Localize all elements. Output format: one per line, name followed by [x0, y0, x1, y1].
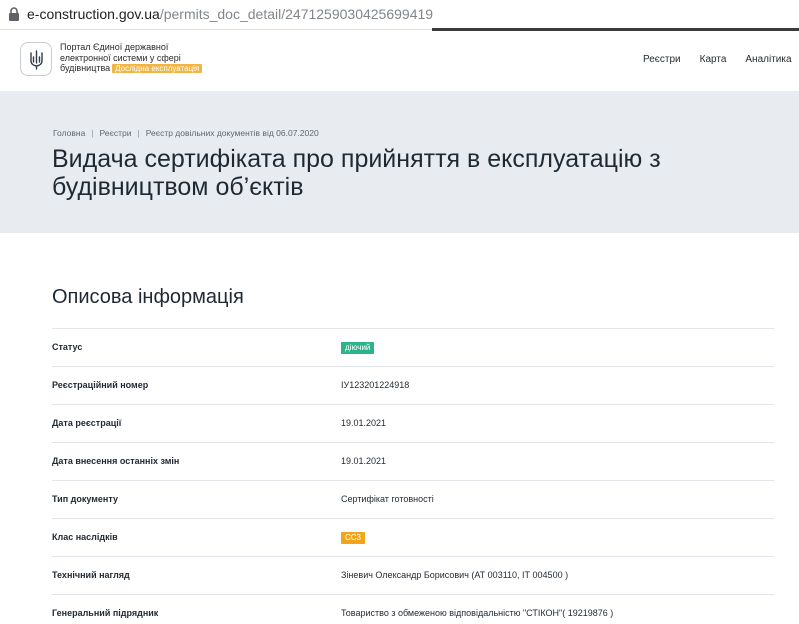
breadcrumb: Головна | Реєстри | Реєстр довільних докумен…	[53, 128, 319, 138]
info-table: Статус діючий Реєстраційний номер ІУ1232…	[52, 328, 774, 624]
info-row-reg-number: Реєстраційний номер ІУ123201224918	[52, 366, 774, 404]
trident-icon	[30, 50, 43, 70]
info-label: Клас наслідків	[52, 532, 118, 542]
page-title-line-2: будівництвом об’єктів	[52, 173, 304, 201]
info-row-doc-type: Тип документу Сертифікат готовності	[52, 480, 774, 518]
page-title-line-1: Видача сертифіката про прийняття в експл…	[52, 145, 661, 173]
info-value: Товариство з обмеженою відповідальністю …	[341, 608, 614, 618]
nav-map[interactable]: Карта	[700, 54, 727, 65]
portal-name[interactable]: Портал Єдиної державної електронної сист…	[60, 42, 220, 74]
breadcrumb-separator: |	[137, 128, 140, 138]
info-row-last-change: Дата внесення останніх змін 19.01.2021	[52, 442, 774, 480]
beta-badge: Дослідна експлуатація	[112, 64, 203, 73]
info-row-supervision: Технічний нагляд Зіневич Олександр Борис…	[52, 556, 774, 594]
info-value: ІУ123201224918	[341, 380, 410, 390]
info-row-status: Статус діючий	[52, 328, 774, 366]
status-badge: діючий	[341, 342, 375, 354]
lock-icon	[9, 7, 19, 21]
url-text[interactable]: e-construction.gov.ua/permits_doc_detail…	[27, 6, 433, 23]
info-label: Дата внесення останніх змін	[52, 456, 180, 466]
class-badge: СС3	[341, 532, 366, 544]
info-label: Статус	[52, 342, 83, 352]
logo[interactable]	[20, 42, 52, 76]
info-label: Дата реєстрації	[52, 418, 122, 428]
info-value: діючий	[341, 342, 375, 354]
info-label: Тип документу	[52, 494, 118, 504]
info-row-contractor: Генеральний підрядник Товариство з обмеж…	[52, 594, 774, 624]
nav-analytics[interactable]: Аналітика	[745, 54, 791, 65]
breadcrumb-registries[interactable]: Реєстри	[100, 128, 132, 138]
info-value: Сертифікат готовності	[341, 494, 434, 504]
info-row-class: Клас наслідків СС3	[52, 518, 774, 556]
info-label: Технічний нагляд	[52, 570, 130, 580]
info-row-reg-date: Дата реєстрації 19.01.2021	[52, 404, 774, 442]
site-header: Портал Єдиної державної електронної сист…	[0, 31, 799, 91]
info-label: Реєстраційний номер	[52, 380, 149, 390]
browser-address-bar[interactable]: e-construction.gov.ua/permits_doc_detail…	[0, 0, 799, 31]
info-value: Зіневич Олександр Борисович (АТ 003110, …	[341, 570, 569, 580]
breadcrumb-current[interactable]: Реєстр довільних документів від 06.07.20…	[146, 128, 319, 138]
url-path: /permits_doc_detail/2471259030425699419	[159, 6, 434, 22]
hero-band: Головна | Реєстри | Реєстр довільних докумен…	[0, 91, 799, 233]
main-nav: Реєстри Карта Аналітика	[643, 54, 799, 65]
url-host: e-construction.gov.ua	[27, 6, 160, 22]
info-label: Генеральний підрядник	[52, 608, 159, 618]
page-title: Видача сертифіката про прийняття в експл…	[52, 145, 799, 201]
nav-registries[interactable]: Реєстри	[643, 54, 681, 65]
info-value: 19.01.2021	[341, 418, 387, 428]
breadcrumb-home[interactable]: Головна	[53, 128, 85, 138]
breadcrumb-separator: |	[91, 128, 94, 138]
section-title: Описова інформація	[52, 286, 244, 308]
info-value: 19.01.2021	[341, 456, 387, 466]
info-value: СС3	[341, 532, 366, 544]
